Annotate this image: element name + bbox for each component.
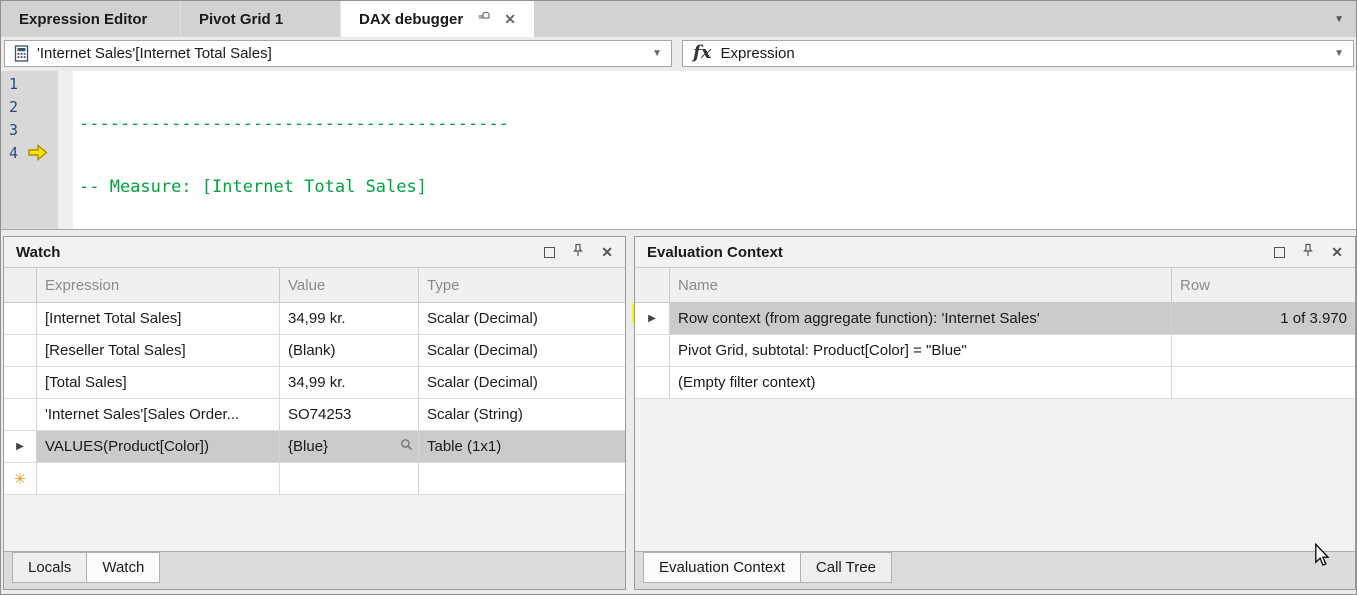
column-header-expression[interactable]: Expression — [37, 268, 280, 302]
dax-code-editor[interactable]: 1 2 3 4 --------------------------------… — [1, 71, 1356, 230]
row-indicator-icon: ▶ — [648, 313, 656, 324]
tab-label: Pivot Grid 1 — [199, 11, 283, 28]
panel-title: Watch — [16, 244, 60, 261]
evaluation-context-panel: Evaluation Context ✕ Name Row ▶ Row cont… — [634, 236, 1356, 590]
magnifier-icon[interactable] — [400, 438, 413, 455]
context-footer-tabbar: Evaluation Context Call Tree — [635, 551, 1355, 589]
tab-watch[interactable]: Watch — [86, 552, 160, 583]
chevron-down-icon[interactable]: ▼ — [652, 48, 671, 59]
line-number: 1 — [1, 73, 58, 96]
gutter-column-header — [635, 268, 670, 302]
tab-label: Expression Editor — [19, 11, 147, 28]
context-table-header: Name Row — [635, 267, 1355, 303]
tab-evaluation-context[interactable]: Evaluation Context — [643, 552, 801, 583]
gutter-column-header — [4, 268, 37, 302]
editor-gutter: 1 2 3 4 — [1, 71, 58, 229]
close-icon[interactable]: ✕ — [1331, 244, 1343, 261]
close-icon[interactable]: ✕ — [504, 11, 516, 28]
pin-icon[interactable] — [1302, 243, 1314, 262]
column-header-row[interactable]: Row — [1172, 268, 1355, 302]
pin-icon[interactable] — [477, 10, 492, 28]
line-number: 3 — [1, 119, 58, 142]
context-row[interactable]: (Empty filter context) — [635, 367, 1355, 399]
measure-combobox-value: 'Internet Sales'[Internet Total Sales] — [37, 45, 272, 62]
watch-row-selected[interactable]: ▶ VALUES(Product[Color]) {Blue} Table (1… — [4, 431, 625, 463]
watch-panel-titlebar: Watch ✕ — [4, 237, 625, 267]
calculator-icon — [14, 45, 29, 62]
tab-label: DAX debugger — [359, 11, 463, 28]
tab-expression-editor[interactable]: Expression Editor — [1, 1, 181, 37]
context-row[interactable]: Pivot Grid, subtotal: Product[Color] = "… — [635, 335, 1355, 367]
debugger-toolbar: 'Internet Sales'[Internet Total Sales] ▼… — [1, 37, 1356, 71]
expression-combobox-value: Expression — [720, 45, 794, 62]
context-empty-area — [635, 399, 1355, 551]
watch-empty-area — [4, 495, 625, 551]
panel-title: Evaluation Context — [647, 244, 783, 261]
tab-pivot-grid-1[interactable]: Pivot Grid 1 — [181, 1, 341, 37]
maximize-icon[interactable] — [544, 247, 555, 258]
watch-row[interactable]: [Internet Total Sales] 34,99 kr. Scalar … — [4, 303, 625, 335]
evaluation-context-titlebar: Evaluation Context ✕ — [635, 237, 1355, 267]
row-count: 1 of 3.970 — [1172, 303, 1355, 334]
code-area[interactable]: ----------------------------------------… — [73, 71, 1356, 229]
line-number: 2 — [1, 96, 58, 119]
close-icon[interactable]: ✕ — [601, 244, 613, 261]
comment-line: -- Measure: [Internet Total Sales] — [79, 177, 427, 197]
dax-debugger-window: Expression Editor Pivot Grid 1 DAX debug… — [0, 0, 1357, 595]
comment-line: ----------------------------------------… — [79, 114, 509, 134]
column-header-type[interactable]: Type — [419, 268, 625, 302]
current-statement-arrow-icon — [28, 144, 48, 165]
watch-row[interactable]: 'Internet Sales'[Sales Order... SO74253 … — [4, 399, 625, 431]
watch-new-row[interactable]: ✳ — [4, 463, 625, 495]
tab-dax-debugger[interactable]: DAX debugger ✕ — [341, 1, 534, 37]
expression-selector-combobox[interactable]: fx Expression ▼ — [682, 40, 1354, 67]
watch-footer-tabbar: Locals Watch — [4, 551, 625, 589]
watch-row[interactable]: [Reseller Total Sales] (Blank) Scalar (D… — [4, 335, 625, 367]
column-header-name[interactable]: Name — [670, 268, 1172, 302]
tab-call-tree[interactable]: Call Tree — [800, 552, 892, 583]
pin-icon[interactable] — [572, 243, 584, 262]
tab-locals[interactable]: Locals — [12, 552, 87, 583]
new-row-star-icon: ✳ — [14, 470, 27, 488]
row-indicator-icon: ▶ — [16, 441, 24, 452]
context-row-selected[interactable]: ▶ Row context (from aggregate function):… — [635, 303, 1355, 335]
measure-selector-combobox[interactable]: 'Internet Sales'[Internet Total Sales] ▼ — [4, 40, 672, 67]
column-header-value[interactable]: Value — [280, 268, 419, 302]
document-tab-bar: Expression Editor Pivot Grid 1 DAX debug… — [1, 1, 1356, 37]
watch-table-header: Expression Value Type — [4, 267, 625, 303]
chevron-down-icon[interactable]: ▼ — [1334, 48, 1353, 59]
watch-row[interactable]: [Total Sales] 34,99 kr. Scalar (Decimal) — [4, 367, 625, 399]
fx-icon: fx — [693, 42, 711, 63]
maximize-icon[interactable] — [1274, 247, 1285, 258]
tab-list-dropdown-icon[interactable]: ▼ — [1334, 14, 1356, 25]
editor-gutter-strip — [58, 71, 73, 229]
watch-panel: Watch ✕ Expression Value Type [Internet … — [3, 236, 626, 590]
